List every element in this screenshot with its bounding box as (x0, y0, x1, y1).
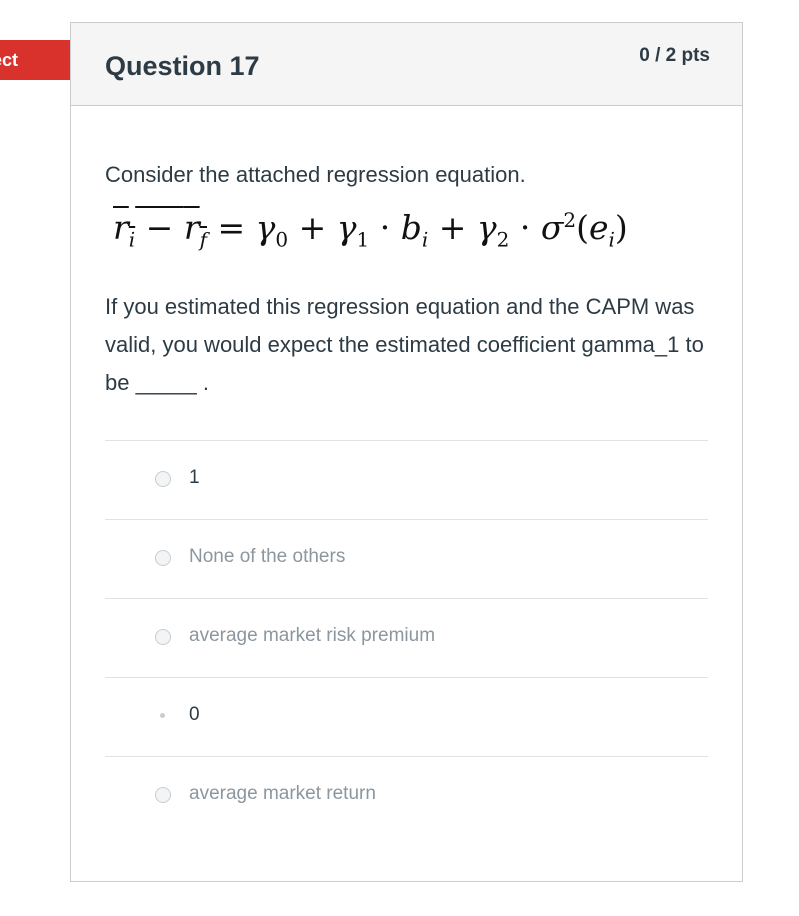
answer-label: 0 (189, 703, 200, 725)
question-body: Consider the attached regression equatio… (71, 106, 742, 402)
radio-button[interactable] (155, 470, 171, 487)
question-card: Question 17 0 / 2 pts Consider the attac… (70, 22, 743, 882)
equation-rhs: = γ0 + γ1 · bi + γ2 · σ2(ei) (217, 208, 628, 252)
radio-button-selected[interactable] (155, 708, 171, 724)
question-text: If you estimated this regression equatio… (105, 293, 704, 395)
answer-label: average market return (189, 782, 376, 804)
question-title: Question 17 (105, 51, 260, 81)
answer-label: None of the others (189, 545, 346, 567)
answer-label: 1 (189, 466, 200, 488)
answer-option[interactable]: 1 (105, 439, 708, 519)
radio-button[interactable] (155, 786, 171, 803)
answer-option[interactable]: average market return (105, 755, 708, 835)
question-intro: Consider the attached regression equatio… (105, 162, 526, 187)
incorrect-flag-label: ect (0, 50, 19, 70)
question-header: Question 17 0 / 2 pts (71, 23, 742, 106)
regression-equation: ri − rf = γ0 + γ1 · bi + γ2 · σ2(ei) (113, 208, 708, 252)
question-points: 0 / 2 pts (639, 45, 710, 66)
equation-lhs: ri − rf (113, 208, 208, 252)
answer-label: average market risk premium (189, 624, 436, 646)
radio-button[interactable] (155, 549, 171, 566)
answer-option-selected[interactable]: 0 (105, 676, 708, 756)
answer-option[interactable]: average market risk premium (105, 597, 708, 677)
radio-button[interactable] (155, 628, 171, 645)
answer-list: 1 None of the others average market risk… (105, 439, 708, 835)
answer-option[interactable]: None of the others (105, 518, 708, 598)
